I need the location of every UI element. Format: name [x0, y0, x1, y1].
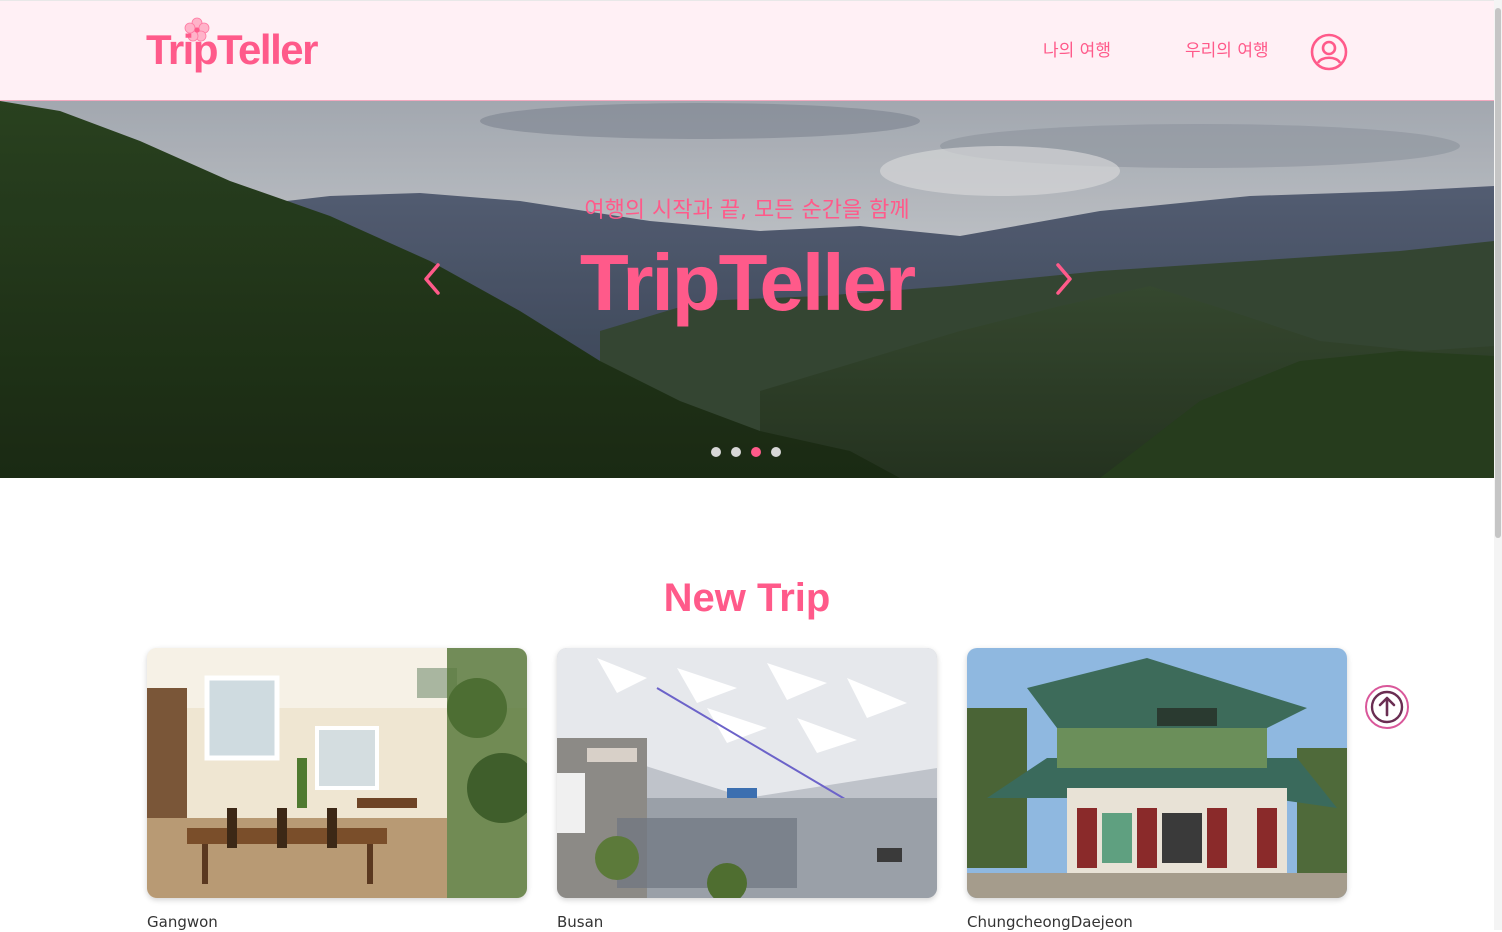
card-region-label: Gangwon [147, 913, 218, 931]
card-region-label: ChungcheongDaejeon [967, 913, 1133, 931]
section-title: New Trip [663, 576, 831, 620]
nav-my-trip[interactable]: 나의 여행 [1043, 39, 1111, 63]
temple-photo[interactable] [967, 648, 1347, 898]
carousel-dot-active[interactable] [751, 447, 761, 457]
cafe-interior-photo[interactable] [147, 648, 527, 898]
trip-card-busan[interactable]: Busan [557, 648, 937, 932]
scrollbar-thumb[interactable] [1495, 8, 1501, 538]
chevron-left-icon[interactable] [418, 259, 446, 299]
trip-card-gangwon[interactable]: Gangwon [147, 648, 527, 932]
hero-title: TripTeller [579, 238, 916, 327]
chevron-right-icon[interactable] [1050, 259, 1078, 299]
top-header: TripTeller 나의 여행 우리의 여행 [0, 0, 1494, 101]
nav-our-trip[interactable]: 우리의 여행 [1185, 39, 1269, 63]
hero-carousel: 여행의 시작과 끝, 모든 순간을 함께 TripTeller [0, 101, 1494, 478]
airport-terminal-photo[interactable] [557, 648, 937, 898]
logo[interactable]: TripTeller [146, 25, 318, 75]
user-circle-icon[interactable] [1310, 33, 1348, 71]
carousel-dot[interactable] [771, 447, 781, 457]
card-region-label: Busan [557, 913, 604, 931]
arrow-up-circle-icon[interactable] [1364, 684, 1410, 730]
carousel-dot[interactable] [711, 447, 721, 457]
hero-subtitle: 여행의 시작과 끝, 모든 순간을 함께 [584, 198, 910, 223]
carousel-dot[interactable] [731, 447, 741, 457]
trip-card-chungcheongdaejeon[interactable]: ChungcheongDaejeon [967, 648, 1347, 932]
